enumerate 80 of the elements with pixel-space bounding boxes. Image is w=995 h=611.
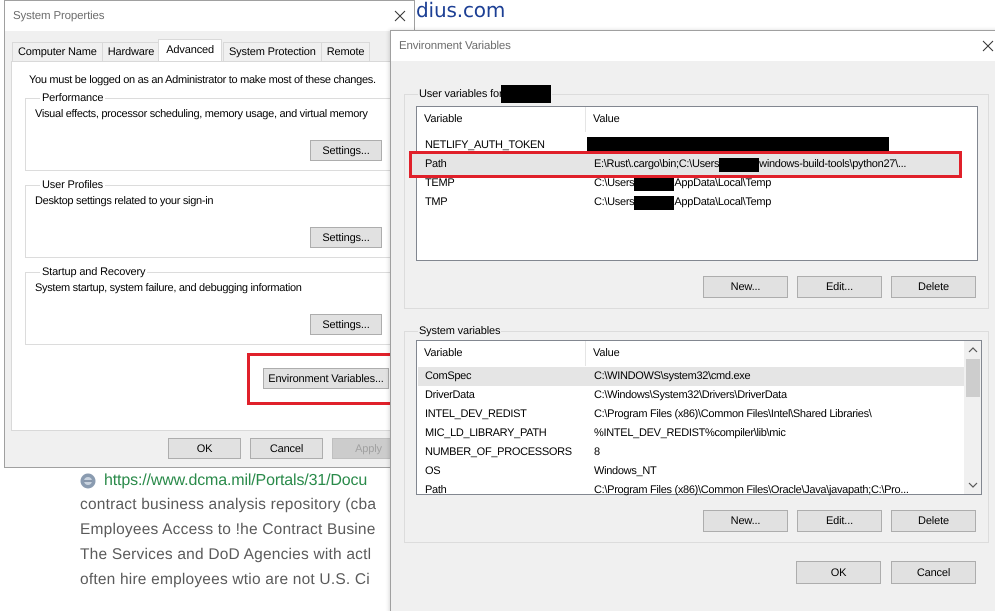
notice-text: You must be logged on as an Administrator to make most of these changes. <box>29 74 377 86</box>
link[interactable]: https://www.dcma.mil/Portals/31/Docu <box>104 472 368 490</box>
scroll-thumb[interactable] <box>966 359 980 397</box>
group-title: User Profiles <box>41 179 104 191</box>
column-header[interactable]: Variable <box>417 341 586 366</box>
scroll-bar[interactable] <box>964 341 981 494</box>
settings-button[interactable]: Settings... <box>310 227 382 248</box>
group-title: Startup and Recovery <box>41 266 146 278</box>
dialog-button[interactable]: Cancel <box>891 561 976 584</box>
group-description: Visual effects, processor scheduling, memory usage, and virtual memory <box>35 108 369 120</box>
table-cell-text: windows-build-tools\python27\... <box>759 157 906 172</box>
environment-variables-button[interactable]: Environment Variables... <box>263 368 389 389</box>
list-button[interactable]: Delete <box>891 276 976 298</box>
table-cell-text: 8 <box>594 445 600 460</box>
table-cell-text: NETLIFY_AUTH_TOKEN <box>424 138 546 153</box>
group-description: Desktop settings related to your sign-in <box>35 195 214 207</box>
settings-button[interactable]: Settings... <box>310 140 382 161</box>
page-heading[interactable]: dius.com <box>416 0 506 22</box>
table-row[interactable]: Path C:\Program Files (x86)\Common Files\Oracle\Java\javapath;C:\Pro... <box>418 481 964 500</box>
table-cell-text: Windows_NT <box>594 464 656 479</box>
list-button[interactable]: Edit... <box>797 276 882 298</box>
list-button[interactable]: New... <box>703 276 788 298</box>
list-button[interactable]: Edit... <box>797 510 882 532</box>
table-row[interactable]: NUMBER_OF_PROCESSORS 8 <box>418 443 964 462</box>
table-row[interactable]: INTEL_DEV_REDIST C:\Program Files (x86)\Common Files\Intel\Shared Libraries\ <box>418 405 964 424</box>
table-row[interactable]: ComSpec C:\WINDOWS\system32\cmd.exe <box>418 367 964 386</box>
table-row[interactable]: TMP C:\Users AppData\Local\Temp <box>418 193 977 212</box>
paragraph-text: contract business analysis repository (cba <box>80 495 378 515</box>
list-button[interactable]: Delete <box>891 510 976 532</box>
dialog-button[interactable]: Cancel <box>250 438 323 459</box>
table-cell-text: C:\Users <box>594 176 634 191</box>
settings-button[interactable]: Settings... <box>310 314 382 335</box>
table-cell-text: Path <box>424 483 448 498</box>
list-button[interactable]: New... <box>703 510 788 532</box>
table-cell-text: MIC_LD_LIBRARY_PATH <box>424 426 548 441</box>
table-cell-text: TEMP <box>424 176 456 191</box>
table-row[interactable]: OS Windows_NT <box>418 462 964 481</box>
redaction-bar <box>634 196 674 210</box>
window-title: Environment Variables <box>399 40 511 52</box>
site-icon <box>80 473 96 489</box>
column-header[interactable]: Value <box>586 341 620 366</box>
scroll-down-icon[interactable] <box>968 482 978 488</box>
paragraph-text: often hire employees wtio are not U.S. Ci <box>80 570 371 590</box>
table-cell-text: INTEL_DEV_REDIST <box>424 407 528 422</box>
table-cell-text: C:\Users <box>594 195 634 210</box>
tab[interactable]: Advanced <box>158 39 222 61</box>
column-header[interactable]: Variable <box>417 107 586 132</box>
table-row[interactable]: Path E:\Rust\.cargo\bin;C:\Users windows-build-tools\python27\... <box>409 151 962 178</box>
paragraph-text: The Services and DoD Agencies with actl <box>80 545 372 565</box>
table-cell-text: OS <box>424 464 442 479</box>
column-header[interactable]: Value <box>586 107 620 132</box>
table-cell-text: C:\Program Files (x86)\Common Files\Intel\Shared Libraries\ <box>594 407 872 422</box>
group-title: Performance <box>41 92 104 104</box>
table-row[interactable]: MIC_LD_LIBRARY_PATH %INTEL_DEV_REDIST%compiler\lib\mic <box>418 424 964 443</box>
paragraph-text: Employees Access to !he Contract Busine <box>80 520 377 540</box>
table-cell-text: Path <box>424 157 448 172</box>
table-cell-text: C:\Program Files (x86)\Common Files\Oracle\Java\javapath;C:\Pro... <box>594 483 909 498</box>
tab[interactable]: Remote <box>320 42 370 61</box>
table-cell-text: AppData\Local\Temp <box>674 195 772 210</box>
group-title: System variables <box>419 325 500 337</box>
close-icon[interactable] <box>982 40 994 52</box>
redaction-bar <box>719 158 760 172</box>
close-icon[interactable] <box>394 10 406 22</box>
table-row[interactable]: DriverData C:\Windows\System32\Drivers\DriverData <box>418 386 964 405</box>
window-title: System Properties <box>13 10 104 22</box>
tab[interactable]: System Protection <box>222 42 322 61</box>
scroll-up-icon[interactable] <box>968 347 978 353</box>
table-cell-text: AppData\Local\Temp <box>674 176 772 191</box>
group-description: System startup, system failure, and debugging information <box>35 282 303 294</box>
table-cell-text: ComSpec <box>424 369 472 384</box>
dialog-button[interactable]: OK <box>168 438 241 459</box>
table-cell-text: %INTEL_DEV_REDIST%compiler\lib\mic <box>594 426 786 441</box>
dialog-button[interactable]: OK <box>796 561 881 584</box>
table-cell-text: NUMBER_OF_PROCESSORS <box>424 445 573 460</box>
table-cell-text: C:\WINDOWS\system32\cmd.exe <box>594 369 750 384</box>
tab[interactable]: Computer Name <box>12 42 103 61</box>
table-cell-text: TMP <box>424 195 448 210</box>
table-cell-text: C:\Windows\System32\Drivers\DriverData <box>594 388 787 403</box>
table-cell-text: DriverData <box>424 388 476 403</box>
table-cell-text: E:\Rust\.cargo\bin;C:\Users <box>594 157 720 172</box>
